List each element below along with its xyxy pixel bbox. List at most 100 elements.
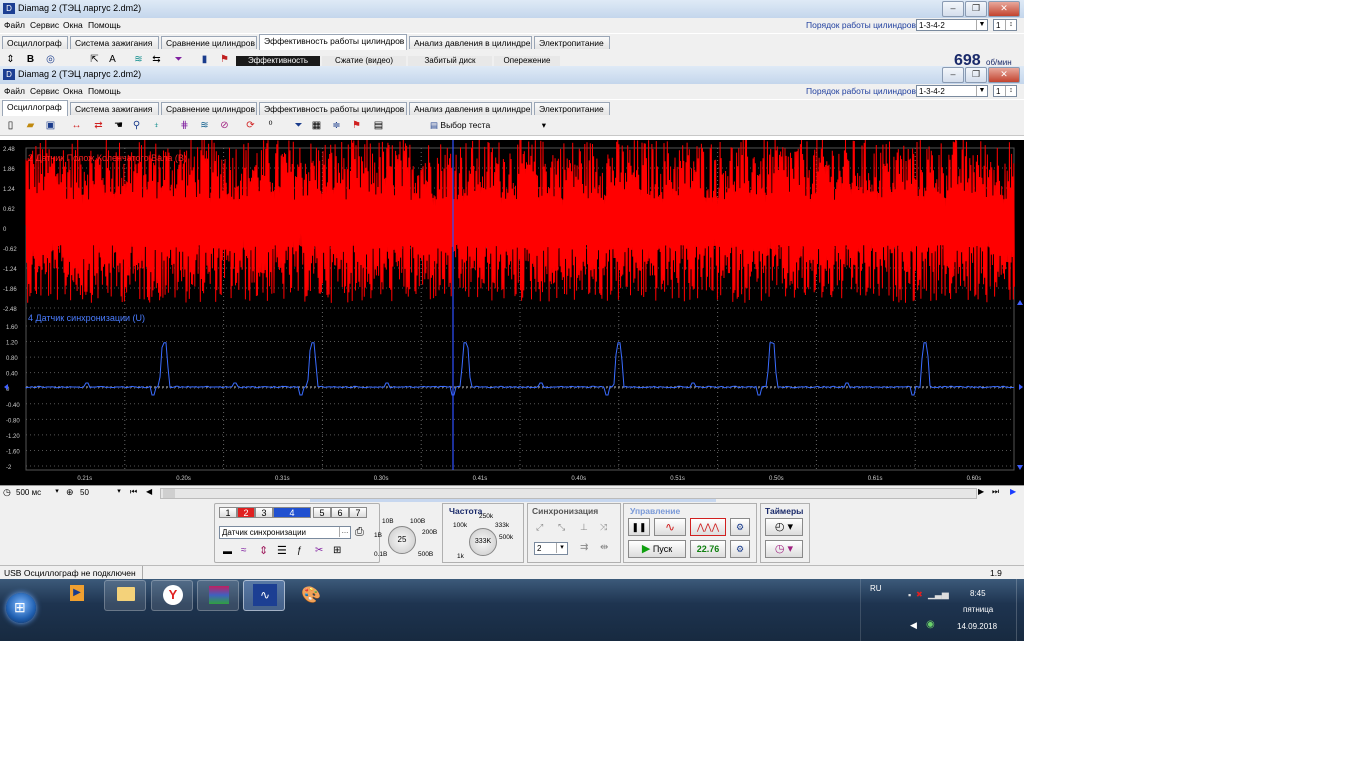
subtab-advance[interactable]: Опережение — [494, 56, 560, 66]
frequency-knob[interactable]: 333K — [469, 528, 497, 556]
sync-offset-icon[interactable]: ⇹ — [600, 542, 608, 553]
save-icon[interactable]: ▣ — [44, 119, 57, 132]
taskbar-media-player[interactable]: ▶ — [58, 580, 98, 609]
menu-help[interactable]: Помощь — [88, 20, 121, 30]
bars-icon[interactable]: ▮ — [198, 53, 211, 66]
back-window-titlebar[interactable]: D Diamag 2 (ТЭЦ ларгус 2.dm2) – ❐ ✕ — [0, 0, 1024, 19]
language-indicator[interactable]: RU — [870, 584, 882, 593]
prev-page-icon[interactable]: ◀ — [146, 487, 152, 496]
extra-settings-button[interactable]: ⚙ — [730, 540, 750, 558]
magnifier-icon[interactable]: ⚲ — [130, 119, 143, 132]
timebase-select[interactable]: 500 мс ▾ — [14, 487, 62, 499]
minimize-button[interactable]: – — [942, 1, 964, 17]
taskbar-paint[interactable]: 🎨 — [289, 580, 329, 609]
cylinder-order-select[interactable]: 1-3-4-2 ▼ — [916, 19, 988, 31]
algorithm-icon[interactable]: A — [106, 53, 119, 66]
target-icon[interactable]: ◎ — [44, 53, 57, 66]
invert-icon[interactable]: ✂ — [315, 545, 323, 556]
wave-icon[interactable]: ≋ — [132, 53, 145, 66]
function-icon[interactable]: ƒ — [297, 545, 302, 555]
tab-ignition[interactable]: Система зажигания — [70, 102, 159, 115]
next-page-icon[interactable]: ▶ — [978, 487, 984, 496]
menu-windows[interactable]: Окна — [63, 86, 83, 96]
flag-icon[interactable]: ⚑ — [218, 53, 231, 66]
taskbar-diamag[interactable]: ∿ — [243, 580, 285, 611]
minimize-button[interactable]: – — [942, 67, 964, 83]
restore-button[interactable]: ❐ — [965, 1, 987, 17]
phase-icon[interactable]: ⊘ — [218, 119, 231, 132]
test-select[interactable]: ▤ Выбор теста ▾ — [430, 119, 548, 132]
zoom-in-time-icon[interactable]: ↔ — [70, 119, 83, 132]
panel-splitter[interactable] — [310, 499, 716, 502]
zoom-out-time-icon[interactable]: ⇄ — [92, 119, 105, 132]
car-icon[interactable]: ▬ — [223, 546, 232, 556]
cylinder-index-spin[interactable]: 1 ↕ — [993, 85, 1017, 97]
channel-settings-icon[interactable]: ⎙ — [355, 526, 364, 539]
clock-date[interactable]: 14.09.2018 — [957, 622, 997, 631]
first-page-icon[interactable]: ⏮ — [130, 487, 137, 497]
decimal-icon[interactable]: ⁰ — [264, 119, 277, 132]
subtab-disk[interactable]: Забитый диск — [408, 56, 492, 66]
cursor-icon[interactable]: ⇱ — [88, 53, 101, 66]
back-tab-cylinder-compare[interactable]: Сравнение цилиндров — [161, 36, 257, 49]
pause-button[interactable]: ❚❚ — [628, 518, 650, 536]
sync-level-icon[interactable]: ⇉ — [580, 542, 588, 553]
filter-icon[interactable]: ⏷ — [172, 53, 185, 66]
sync-disable-icon[interactable]: ⤨ — [600, 522, 607, 533]
document-icon[interactable]: ▤ — [372, 119, 385, 132]
spin-icon[interactable]: ⇕ — [4, 53, 17, 66]
tab-cylinder-compare[interactable]: Сравнение цилиндров — [161, 102, 257, 115]
pulse-mode-button[interactable]: ⋀⋀⋀ — [690, 518, 726, 536]
last-page-icon[interactable]: ⏭ — [992, 487, 999, 497]
cylinder-order-select[interactable]: 1-3-4-2 ▼ — [916, 85, 988, 97]
scroll-thumb[interactable] — [163, 489, 175, 498]
new-file-icon[interactable]: ▯ — [4, 119, 17, 132]
security-icon[interactable]: ◉ — [926, 619, 935, 630]
scale-icon[interactable]: ⋕ — [178, 119, 191, 132]
start-button[interactable]: ▶ Пуск — [628, 540, 686, 558]
horizontal-scrollbar[interactable] — [160, 488, 977, 499]
show-desktop-button[interactable] — [1016, 579, 1025, 641]
cylinder-index-spin[interactable]: 1 ↕ — [993, 19, 1017, 31]
split-icon[interactable]: ≑ — [330, 119, 343, 132]
open-folder-icon[interactable]: ▰ — [24, 119, 37, 132]
right-offset-marker[interactable] — [1019, 384, 1023, 390]
channel-btn-6[interactable]: 6 — [331, 507, 349, 518]
start-button[interactable]: ⊞ — [6, 593, 36, 623]
marker-flag-icon[interactable]: ⚑ — [350, 119, 363, 132]
updown-icon[interactable]: ⇕ — [259, 544, 268, 557]
channel-btn-2[interactable]: 2 — [237, 507, 255, 518]
line-icon[interactable]: ☰ — [277, 544, 287, 557]
subtab-efficiency[interactable]: Эффективность — [236, 56, 320, 66]
zoom-select[interactable]: 50 ▾ — [78, 487, 124, 499]
funnel-icon[interactable]: ⏷ — [292, 119, 305, 132]
tab-efficiency[interactable]: Эффективность работы цилиндров — [259, 102, 407, 115]
table-icon[interactable]: ▦ — [310, 119, 323, 132]
clock-day[interactable]: пятница — [963, 605, 993, 614]
channel-sensor-select[interactable]: Датчик синхронизации… — [219, 526, 351, 539]
close-button[interactable]: ✕ — [988, 67, 1020, 83]
back-tab-ignition[interactable]: Система зажигания — [70, 36, 159, 49]
timer-1-button[interactable]: ◴ ▾ — [765, 518, 803, 536]
menu-service[interactable]: Сервис — [30, 20, 59, 30]
menu-windows[interactable]: Окна — [63, 20, 83, 30]
refresh-icon[interactable]: ⟳ — [244, 119, 257, 132]
scroll-down-marker[interactable] — [1017, 465, 1023, 470]
channel-btn-5[interactable]: 5 — [313, 507, 331, 518]
settings-gear-button[interactable]: ⚙ — [730, 518, 750, 536]
sine-mode-button[interactable]: ∿ — [654, 518, 686, 536]
taskbar-yandex-browser[interactable]: Y — [151, 580, 193, 611]
back-tab-oscilloscope[interactable]: Осциллограф — [2, 36, 68, 49]
restore-button[interactable]: ❐ — [965, 67, 987, 83]
sync-rise-icon[interactable]: ⤢ — [536, 522, 543, 533]
arrows-icon[interactable]: ⇆ — [150, 53, 163, 66]
hand-icon[interactable]: ☚ — [112, 119, 125, 132]
oscilloscope-area[interactable]: 2.48 1.86 1.24 0.62 0 -0.62 -1.24 -1.86 -2.48 1.6… — [0, 140, 1024, 485]
signal-icon[interactable]: ▁▃▅ — [928, 589, 949, 600]
wave-mod-icon[interactable]: ≈ — [241, 545, 247, 556]
menu-service[interactable]: Сервис — [30, 86, 59, 96]
cursor-measure-icon[interactable]: ⍖ — [150, 119, 163, 132]
bold-icon[interactable]: B — [24, 53, 37, 66]
scroll-up-marker[interactable] — [1017, 300, 1023, 305]
gain-knob[interactable]: 25 — [388, 526, 416, 554]
